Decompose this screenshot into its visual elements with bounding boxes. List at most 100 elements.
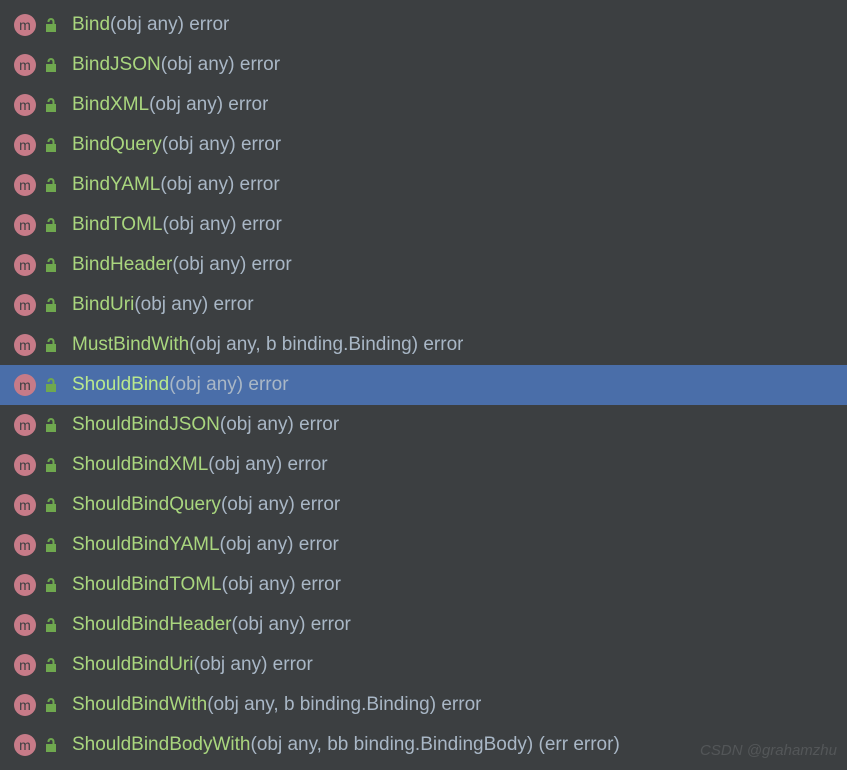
completion-item[interactable]: m ShouldBindJSON(obj any) error — [0, 405, 847, 445]
method-return: error — [236, 134, 281, 155]
method-signature: Bind(obj any) error — [72, 14, 229, 36]
method-return: error — [294, 414, 339, 435]
method-params: (obj any) — [172, 254, 246, 275]
completion-item[interactable]: m BindTOML(obj any) error — [0, 205, 847, 245]
method-return: error — [418, 334, 463, 355]
method-icon: m — [14, 534, 36, 556]
completion-item[interactable]: m ShouldBind(obj any) error — [0, 365, 847, 405]
method-return: error — [236, 214, 281, 235]
completion-item[interactable]: mBindJSON(obj any) error — [0, 45, 847, 85]
completion-item[interactable]: mBindXML(obj any) error — [0, 85, 847, 125]
lock-open-icon — [44, 217, 58, 233]
method-icon: m — [14, 374, 36, 396]
lock-open-icon — [44, 17, 58, 33]
method-return: error — [295, 494, 340, 515]
completion-item[interactable]: mShouldBindXML(obj any) error — [0, 445, 847, 485]
method-return: error — [234, 174, 279, 195]
method-params: (obj any) — [149, 94, 223, 115]
method-name: BindYAML — [72, 174, 160, 195]
lock-open-icon — [44, 457, 58, 473]
method-params: (obj any) — [220, 414, 294, 435]
completion-item[interactable]: mBindYAML(obj any) error — [0, 165, 847, 205]
lock-open-icon — [44, 537, 58, 553]
completion-item[interactable]: m ShouldBindQuery(obj any) error — [0, 485, 847, 525]
method-params: (obj any) — [220, 534, 294, 555]
method-return: error — [267, 654, 312, 675]
method-params: (obj any) — [193, 654, 267, 675]
method-name: BindQuery — [72, 134, 162, 155]
method-icon: m — [14, 254, 36, 276]
lock-open-icon — [44, 657, 58, 673]
method-signature: MustBindWith(obj any, b binding.Binding)… — [72, 334, 463, 356]
method-params: (obj any) — [162, 134, 236, 155]
completion-item[interactable]: m ShouldBindWith(obj any, b binding.Bindi… — [0, 685, 847, 725]
method-icon: m — [14, 414, 36, 436]
completion-item[interactable]: mShouldBindBodyWith(obj any, bb binding.… — [0, 725, 847, 765]
lock-open-icon — [44, 297, 58, 313]
method-return: error — [235, 54, 280, 75]
method-name: ShouldBindJSON — [72, 414, 220, 435]
method-params: (obj any) — [162, 214, 236, 235]
completion-item[interactable]: m ShouldBindUri(obj any) error — [0, 645, 847, 685]
completion-item[interactable]: m Bind(obj any) error — [0, 5, 847, 45]
lock-open-icon — [44, 337, 58, 353]
method-params: (obj any) — [222, 574, 296, 595]
lock-open-icon — [44, 177, 58, 193]
method-signature: ShouldBindXML(obj any) error — [72, 454, 328, 476]
method-params: (obj any) — [110, 14, 184, 35]
completion-item[interactable]: m ShouldBindTOML(obj any) error — [0, 565, 847, 605]
completion-item[interactable]: mBindQuery(obj any) error — [0, 125, 847, 165]
lock-open-icon — [44, 97, 58, 113]
method-return: error — [243, 374, 288, 395]
method-icon: m — [14, 654, 36, 676]
method-return: error — [208, 294, 253, 315]
lock-open-icon — [44, 57, 58, 73]
method-name: ShouldBindHeader — [72, 614, 232, 635]
method-signature: BindHeader(obj any) error — [72, 254, 292, 276]
method-signature: ShouldBind(obj any) error — [72, 374, 289, 396]
method-return: (err error) — [533, 734, 620, 755]
method-params: (obj any) — [161, 54, 235, 75]
method-name: Bind — [72, 14, 110, 35]
lock-open-icon — [44, 737, 58, 753]
method-signature: BindTOML(obj any) error — [72, 214, 282, 236]
method-params: (obj any, b binding.Binding) — [189, 334, 418, 355]
method-icon: m — [14, 334, 36, 356]
method-name: BindTOML — [72, 214, 162, 235]
method-return: error — [223, 94, 268, 115]
method-name: ShouldBindTOML — [72, 574, 222, 595]
method-signature: ShouldBindWith(obj any, b binding.Bindin… — [72, 694, 481, 716]
lock-open-icon — [44, 137, 58, 153]
method-signature: ShouldBindJSON(obj any) error — [72, 414, 339, 436]
method-return: error — [184, 14, 229, 35]
method-params: (obj any, bb binding.BindingBody) — [251, 734, 534, 755]
method-icon: m — [14, 494, 36, 516]
method-name: ShouldBindWith — [72, 694, 207, 715]
method-signature: ShouldBindQuery(obj any) error — [72, 494, 340, 516]
completion-item[interactable]: mBindUri(obj any) error — [0, 285, 847, 325]
method-name: BindHeader — [72, 254, 172, 275]
method-name: ShouldBindYAML — [72, 534, 220, 555]
lock-open-icon — [44, 697, 58, 713]
method-return: error — [282, 454, 327, 475]
method-name: BindXML — [72, 94, 149, 115]
method-signature: BindJSON(obj any) error — [72, 54, 280, 76]
completion-item[interactable]: m MustBindWith(obj any, b binding.Binding… — [0, 325, 847, 365]
method-signature: ShouldBindYAML(obj any) error — [72, 534, 339, 556]
completion-item[interactable]: mShouldBindHeader(obj any) error — [0, 605, 847, 645]
completion-item[interactable]: m ShouldBindYAML(obj any) error — [0, 525, 847, 565]
method-signature: ShouldBindUri(obj any) error — [72, 654, 313, 676]
completion-item[interactable]: m BindHeader(obj any) error — [0, 245, 847, 285]
method-signature: ShouldBindTOML(obj any) error — [72, 574, 341, 596]
method-icon: m — [14, 574, 36, 596]
method-signature: BindYAML(obj any) error — [72, 174, 280, 196]
method-icon: m — [14, 694, 36, 716]
method-signature: ShouldBindHeader(obj any) error — [72, 614, 351, 636]
method-params: (obj any, b binding.Binding) — [207, 694, 436, 715]
method-name: ShouldBindBodyWith — [72, 734, 251, 755]
method-icon: m — [14, 14, 36, 36]
method-return: error — [246, 254, 291, 275]
method-return: error — [293, 534, 338, 555]
lock-open-icon — [44, 257, 58, 273]
method-icon: m — [14, 214, 36, 236]
